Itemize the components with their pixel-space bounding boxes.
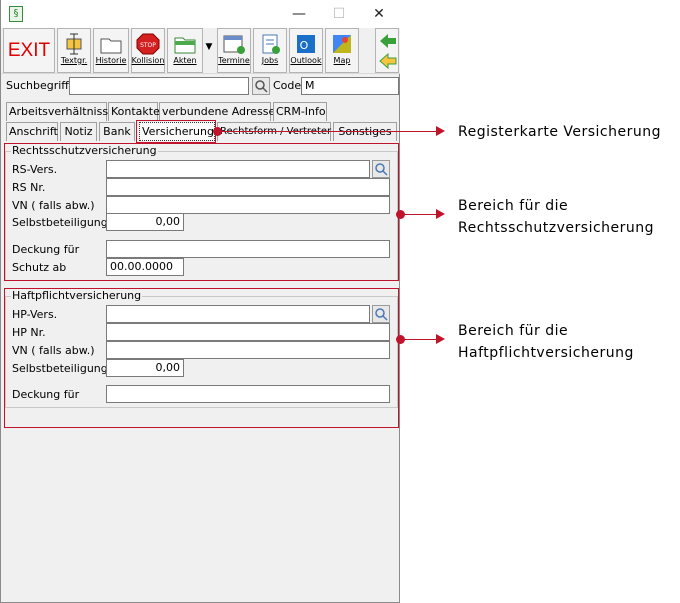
textgr-button[interactable]: Textgr.	[57, 28, 91, 73]
search-label: Suchbegriff	[6, 79, 69, 92]
kollision-label: Kollision	[131, 56, 165, 65]
textgr-icon	[61, 33, 87, 55]
note-registerkarte: Registerkarte Versicherung	[458, 124, 662, 140]
note-rechtsschutz: Bereich für die Rechtsschutzversicherung	[458, 195, 654, 239]
hp-vn-label: VN ( falls abw.)	[12, 344, 95, 357]
green-arrow-icon	[379, 34, 397, 69]
outlook-icon: O	[293, 33, 319, 55]
svg-text:O: O	[300, 39, 309, 52]
jobs-label: Jobs	[261, 56, 279, 65]
exit-button[interactable]: EXIT	[3, 28, 55, 73]
app-icon: §	[9, 6, 23, 22]
rechtsschutz-title: Rechtsschutzversicherung	[11, 144, 158, 157]
folder-icon	[98, 33, 124, 55]
search-icon	[255, 80, 268, 93]
search-button[interactable]	[252, 77, 270, 95]
map-button[interactable]: Map	[325, 28, 359, 73]
tab-notiz[interactable]: Notiz	[60, 122, 97, 141]
tab-kontakte[interactable]: Kontakte	[108, 102, 160, 121]
code-input[interactable]: M	[301, 77, 399, 95]
hp-vers-search-button[interactable]	[372, 305, 390, 323]
outlook-button[interactable]: O Outlook	[289, 28, 323, 73]
rs-selbstbeteiligung-label: Selbstbeteiligung	[12, 216, 108, 229]
hp-vers-input[interactable]	[106, 305, 370, 323]
rs-deckung-input[interactable]	[106, 240, 390, 258]
kollision-button[interactable]: STOP Kollision	[131, 28, 165, 73]
callout-line-1	[218, 131, 436, 132]
note-rechtsschutz-line1: Bereich für die	[458, 198, 569, 214]
rs-deckung-label: Deckung für	[12, 243, 80, 256]
rs-selbstbeteiligung-input[interactable]: 0,00	[106, 213, 184, 231]
rs-vers-search-button[interactable]	[372, 160, 390, 178]
jobs-icon	[257, 33, 283, 55]
historie-button[interactable]: Historie	[93, 28, 129, 73]
hp-vn-input[interactable]	[106, 341, 390, 359]
rs-vers-input[interactable]	[106, 160, 370, 178]
hp-selbstbeteiligung-label: Selbstbeteiligung	[12, 362, 108, 375]
hp-nr-label: HP Nr.	[12, 326, 46, 339]
callout-line-2	[401, 214, 436, 215]
toolbar: EXIT Textgr. Historie STOP Kollision Akt…	[1, 28, 400, 74]
map-icon	[329, 33, 355, 55]
hp-vers-label: HP-Vers.	[12, 308, 58, 321]
historie-label: Historie	[95, 56, 127, 65]
schutz-ab-input[interactable]: 00.00.0000	[106, 258, 184, 276]
minimize-button[interactable]: —	[279, 2, 319, 26]
calendar-icon	[221, 33, 247, 55]
rs-nr-label: RS Nr.	[12, 181, 46, 194]
tab-versicherung[interactable]: Versicherung	[139, 122, 215, 141]
close-button[interactable]: ✕	[359, 2, 399, 26]
code-label: Code	[273, 79, 302, 92]
svg-text:STOP: STOP	[140, 42, 156, 49]
outlook-label: Outlook	[290, 56, 322, 65]
map-label: Map	[333, 56, 351, 65]
tab-crm-info[interactable]: CRM-Info	[273, 102, 327, 121]
jobs-button[interactable]: Jobs	[253, 28, 287, 73]
rs-vn-label: VN ( falls abw.)	[12, 199, 95, 212]
title-bar: § — ☐ ✕	[1, 0, 400, 28]
callout-arrow-3	[436, 334, 445, 344]
stop-sign-icon: STOP	[135, 33, 161, 55]
note-haftpflicht: Bereich für die Haftpflichtversicherung	[458, 320, 634, 364]
akten-label: Akten	[173, 56, 197, 65]
rs-vn-input[interactable]	[106, 196, 390, 214]
hp-deckung-input[interactable]	[106, 385, 390, 403]
akten-button[interactable]: Akten	[167, 28, 203, 73]
search-input[interactable]	[69, 77, 249, 95]
search-icon	[375, 308, 388, 321]
hp-deckung-label: Deckung für	[12, 388, 80, 401]
termine-button[interactable]: Termine	[217, 28, 251, 73]
note-rechtsschutz-line2: Rechtsschutzversicherung	[458, 220, 655, 236]
schutz-ab-label: Schutz ab	[12, 261, 67, 274]
search-icon	[375, 163, 388, 176]
rs-vers-label: RS-Vers.	[12, 163, 58, 176]
tab-verbundene-adressen[interactable]: verbundene Adressen	[159, 102, 282, 121]
exit-label: EXIT	[7, 39, 51, 61]
tab-bank[interactable]: Bank	[99, 122, 135, 141]
note-haftpflicht-line2: Haftpflichtversicherung	[458, 345, 634, 361]
callout-line-3	[401, 339, 436, 340]
green-folder-icon	[172, 33, 198, 55]
hp-nr-input[interactable]	[106, 323, 390, 341]
note-haftpflicht-line1: Bereich für die	[458, 323, 569, 339]
navigation-arrows[interactable]	[375, 28, 399, 73]
tab-arbeitsverhaeltnisse[interactable]: Arbeitsverhältnisse	[6, 102, 115, 121]
search-bar: Suchbegriff Code M	[1, 75, 400, 97]
callout-arrow-2	[436, 209, 445, 219]
tab-anschrift[interactable]: Anschrift	[6, 122, 58, 141]
akten-dropdown-icon[interactable]: ▼	[203, 42, 215, 58]
maximize-button: ☐	[332, 6, 346, 22]
textgr-label: Textgr.	[60, 56, 88, 65]
app-window: § — ☐ ✕ EXIT Textgr. Historie STOP Kolli…	[0, 0, 400, 603]
rs-nr-input[interactable]	[106, 178, 390, 196]
hp-selbstbeteiligung-input[interactable]: 0,00	[106, 359, 184, 377]
callout-arrow-1	[436, 126, 445, 136]
termine-label: Termine	[218, 56, 250, 65]
haftpflicht-title: Haftpflichtversicherung	[11, 289, 143, 302]
